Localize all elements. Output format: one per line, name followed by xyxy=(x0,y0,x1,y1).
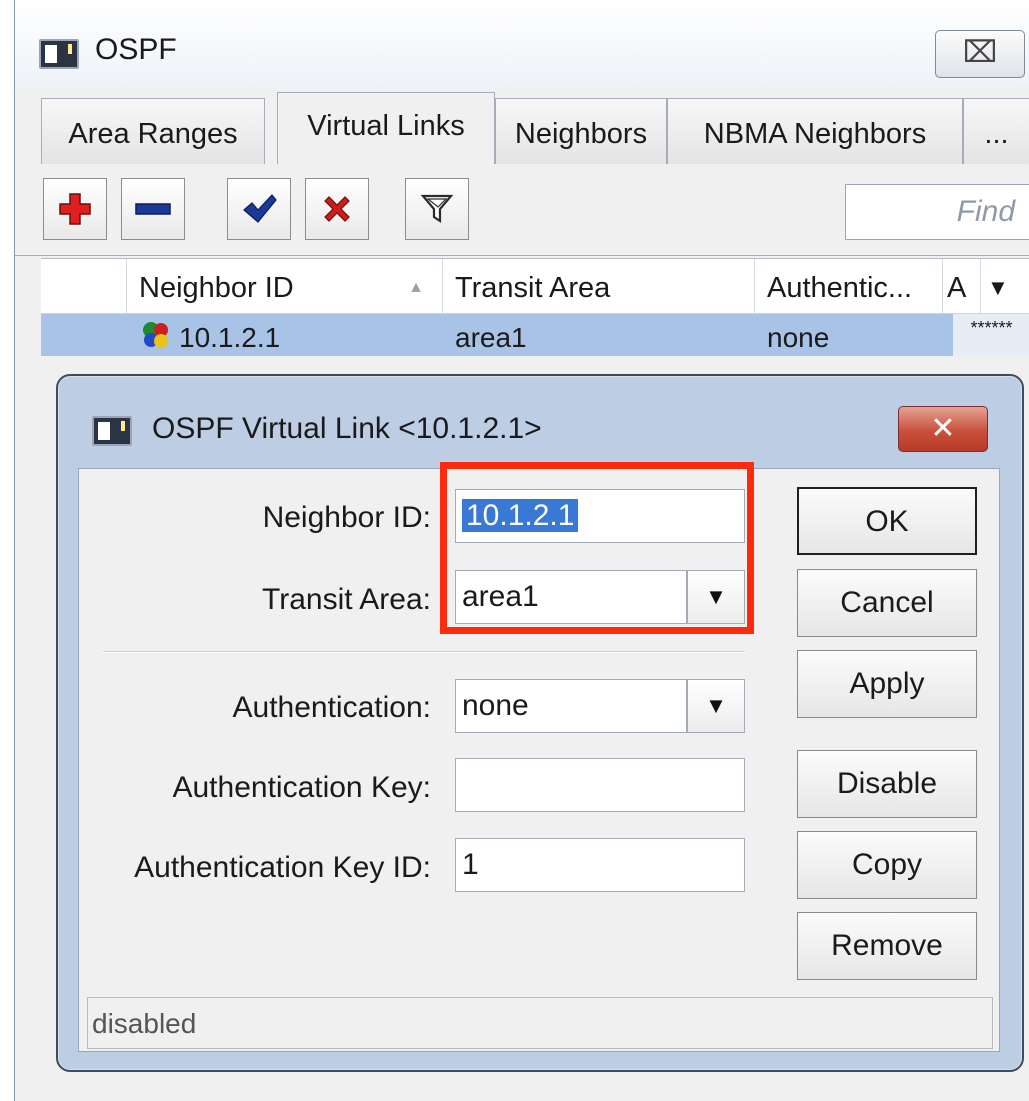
dropdown-arrow-icon: ▼ xyxy=(705,693,727,718)
window-close-button[interactable]: ⌧ xyxy=(935,30,1025,78)
authentication-select[interactable]: none xyxy=(455,679,687,733)
authentication-dropdown-button[interactable]: ▼ xyxy=(687,679,745,733)
cell-neighbor-id: 10.1.2.1 xyxy=(179,322,281,353)
auth-key-label: Authentication Key: xyxy=(172,771,431,804)
column-header-neighbor-id[interactable]: Neighbor ID ▲ xyxy=(127,259,443,315)
disable-button[interactable] xyxy=(305,178,369,240)
add-button[interactable] xyxy=(43,178,107,240)
tab-divider xyxy=(15,255,1029,256)
window-icon xyxy=(92,416,132,446)
ok-button[interactable]: OK xyxy=(797,487,977,555)
filter-icon xyxy=(420,194,454,224)
table-header: Neighbor ID ▲ Transit Area Authentic... … xyxy=(41,258,1029,315)
auth-key-id-label: Authentication Key ID: xyxy=(134,851,431,884)
window-icon xyxy=(39,39,79,69)
column-header-blank[interactable] xyxy=(41,259,127,315)
tab-neighbors[interactable]: Neighbors xyxy=(495,98,667,164)
virtual-link-icon xyxy=(139,314,173,356)
authentication-label: Authentication: xyxy=(232,691,431,724)
remove-button[interactable]: Remove xyxy=(797,912,977,980)
enable-button[interactable] xyxy=(227,178,291,240)
find-input[interactable]: Find xyxy=(845,184,1029,240)
tab-nbma-neighbors[interactable]: NBMA Neighbors xyxy=(667,98,963,164)
cell-authentication: none xyxy=(767,322,830,353)
dialog-close-button[interactable]: ✕ xyxy=(898,406,988,452)
remove-button[interactable] xyxy=(121,178,185,240)
tab-more[interactable]: ... xyxy=(963,98,1029,164)
neighbor-id-label: Neighbor ID: xyxy=(262,501,431,534)
cell-transit-area: area1 xyxy=(455,322,527,353)
window-title: OSPF xyxy=(95,33,177,66)
tab-virtual-links[interactable]: Virtual Links xyxy=(277,92,495,164)
column-label: Neighbor ID xyxy=(139,272,294,304)
ospf-title-bar: OSPF ⌧ xyxy=(15,0,1029,90)
table-row[interactable]: 10.1.2.1 area1 none ****** xyxy=(41,314,1029,356)
dialog-title: OSPF Virtual Link <10.1.2.1> xyxy=(152,412,542,445)
cancel-button[interactable]: Cancel xyxy=(797,569,977,637)
field-separator xyxy=(103,651,745,653)
filter-button[interactable] xyxy=(405,178,469,240)
dropdown-arrow-icon: ▼ xyxy=(987,275,1009,300)
apply-button[interactable]: Apply xyxy=(797,650,977,718)
checkmark-icon xyxy=(243,194,277,223)
transit-area-label: Transit Area: xyxy=(262,583,431,616)
minus-icon xyxy=(135,203,171,215)
disable-button[interactable]: Disable xyxy=(797,750,977,818)
auth-key-id-field[interactable]: 1 xyxy=(455,838,745,892)
cell-auth-key: ****** xyxy=(953,314,1029,356)
column-header-authentication[interactable]: Authentic... xyxy=(755,259,943,315)
column-header-auth-key[interactable]: A xyxy=(943,259,981,315)
highlight-box xyxy=(440,462,754,634)
auth-key-field[interactable] xyxy=(455,758,745,812)
column-header-transit-area[interactable]: Transit Area xyxy=(443,259,755,315)
plus-icon xyxy=(59,193,91,225)
copy-button[interactable]: Copy xyxy=(797,831,977,899)
status-bar: disabled xyxy=(87,997,993,1049)
sort-arrow-icon: ▲ xyxy=(408,279,424,296)
cross-icon xyxy=(324,196,350,222)
column-menu-button[interactable]: ▼ xyxy=(981,259,1029,315)
tab-bar: Area Ranges Virtual Links Neighbors NBMA… xyxy=(15,92,1029,256)
tab-area-ranges[interactable]: Area Ranges xyxy=(41,98,265,164)
